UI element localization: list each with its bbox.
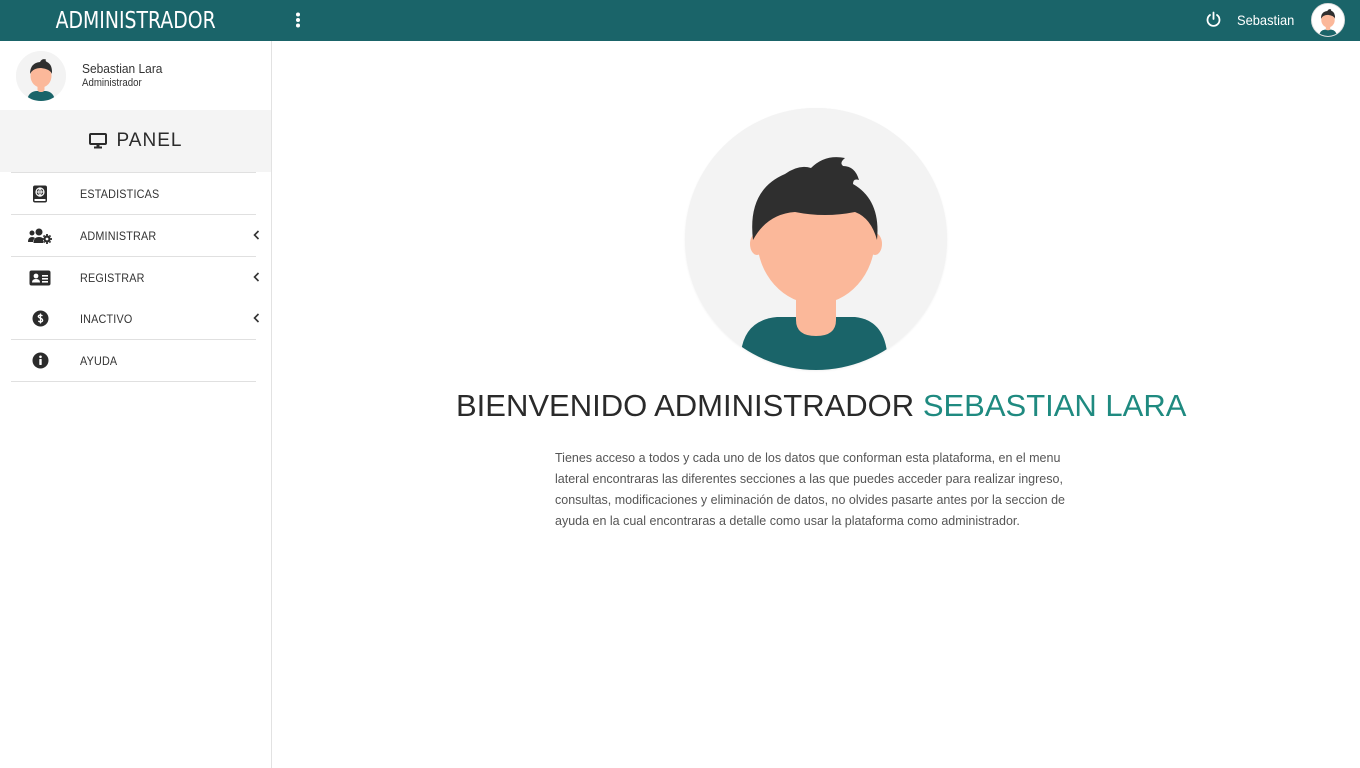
brand-title: ADMINISTRADOR (0, 0, 271, 41)
sidebar-item-label: REGISTRAR (80, 270, 145, 285)
sidebar-item-administrar[interactable]: ADMINISTRAR (11, 214, 260, 256)
user-avatar-icon (1312, 4, 1344, 36)
hero-avatar (685, 108, 947, 370)
kebab-menu-icon[interactable] (295, 12, 301, 33)
book-globe-icon (11, 185, 69, 203)
panel-label: PANEL (116, 130, 183, 151)
sidebar-menu: ESTADISTICAS ADMINISTRAR REGISTRAR INACT… (0, 172, 271, 382)
sidebar: ADMINISTRADOR Sebastian Lara Administrad… (0, 0, 272, 768)
sidebar-item-estadisticas[interactable]: ESTADISTICAS (11, 172, 256, 214)
sidebar-profile: Sebastian Lara Administrador (0, 41, 271, 110)
dollar-circle-icon (11, 310, 69, 327)
topbar: Sebastian (271, 0, 1360, 41)
topbar-username[interactable]: Sebastian (1237, 12, 1294, 28)
profile-name: Sebastian Lara (82, 60, 163, 76)
sidebar-item-registrar[interactable]: REGISTRAR (11, 256, 260, 298)
topbar-avatar[interactable] (1311, 3, 1345, 37)
welcome-user-name: SEBASTIAN LARA (922, 388, 1187, 423)
users-cog-icon (11, 228, 69, 244)
user-avatar-illustration-icon (685, 108, 947, 370)
id-card-icon (11, 270, 69, 286)
monitor-icon (88, 133, 107, 149)
avatar (16, 50, 66, 101)
welcome-description: Tienes acceso a todos y cada uno de los … (555, 451, 1066, 528)
sidebar-item-inactivo[interactable]: INACTIVO (11, 298, 260, 339)
chevron-left-icon (253, 312, 260, 326)
info-circle-icon (11, 352, 69, 369)
chevron-left-icon (253, 271, 260, 285)
chevron-left-icon (253, 229, 260, 243)
sidebar-item-ayuda[interactable]: AYUDA (11, 339, 256, 382)
welcome-prefix: BIENVENIDO ADMINISTRADOR (456, 388, 915, 423)
sidebar-item-label: ESTADISTICAS (80, 186, 160, 201)
profile-info: Sebastian Lara Administrador (82, 61, 169, 91)
brand-title-text: ADMINISTRADOR (55, 7, 216, 34)
user-avatar-icon (16, 50, 66, 101)
sidebar-item-label: INACTIVO (80, 311, 133, 326)
panel-header[interactable]: PANEL (0, 110, 271, 172)
power-icon[interactable] (1205, 11, 1222, 33)
sidebar-item-label: ADMINISTRAR (80, 228, 157, 243)
profile-role: Administrador (82, 76, 142, 89)
welcome-heading: BIENVENIDO ADMINISTRADOR SEBASTIAN LARA (456, 388, 1256, 424)
sidebar-item-label: AYUDA (80, 353, 118, 368)
